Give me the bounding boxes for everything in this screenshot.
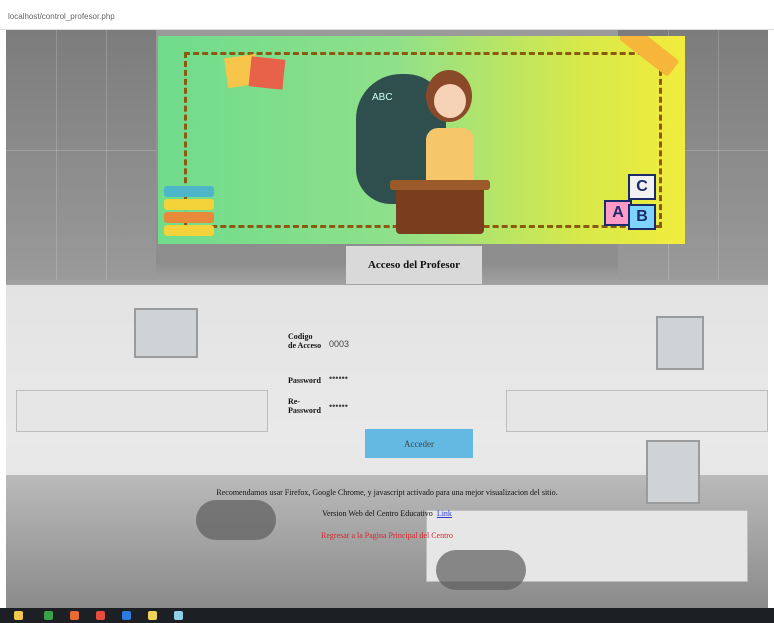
podium bbox=[396, 184, 484, 234]
app-icon[interactable] bbox=[174, 611, 183, 620]
book bbox=[164, 212, 214, 223]
block-b: B bbox=[628, 204, 656, 230]
address-text[interactable]: localhost/control_profesor.php bbox=[8, 12, 115, 21]
sticky-note-icon bbox=[248, 56, 286, 90]
desk bbox=[506, 390, 768, 432]
page-title: Acceso del Profesor bbox=[367, 259, 461, 271]
board-text: ABC bbox=[372, 92, 393, 103]
version-text: Version Web del Centro Educativo bbox=[322, 509, 433, 518]
browser-recommendation: Recomendamos usar Firefox, Google Chrome… bbox=[216, 488, 558, 497]
monitor bbox=[656, 316, 704, 370]
repassword-label: Re-Password bbox=[288, 397, 321, 415]
access-code-input[interactable] bbox=[327, 338, 391, 350]
repassword-input[interactable] bbox=[327, 400, 391, 412]
password-input[interactable] bbox=[327, 372, 391, 384]
version-link[interactable]: Link bbox=[437, 509, 452, 518]
files-icon[interactable] bbox=[148, 611, 157, 620]
teacher-face bbox=[434, 84, 466, 118]
abc-blocks-icon: C A B bbox=[594, 174, 664, 240]
version-line: Version Web del Centro Educativo Link bbox=[0, 509, 774, 518]
block-c: C bbox=[628, 174, 656, 200]
book bbox=[164, 186, 214, 197]
chrome-icon[interactable] bbox=[96, 611, 105, 620]
explorer-icon[interactable] bbox=[44, 611, 53, 620]
tile-line bbox=[6, 150, 156, 151]
submit-button[interactable]: Acceder bbox=[365, 429, 473, 458]
tile-line bbox=[718, 30, 719, 280]
back-to-home-link[interactable]: Regresar a la Pagina Principal del Centr… bbox=[0, 531, 774, 540]
password-label: Password bbox=[288, 376, 321, 385]
chair bbox=[436, 550, 526, 590]
tile-line bbox=[56, 30, 57, 280]
desk bbox=[16, 390, 268, 432]
code-label: Codigo de Acceso bbox=[288, 332, 322, 350]
taskbar bbox=[0, 608, 774, 623]
browser-address-bar[interactable]: localhost/control_profesor.php bbox=[0, 0, 774, 30]
books-icon bbox=[164, 186, 216, 236]
book bbox=[164, 225, 214, 236]
firefox-icon[interactable] bbox=[70, 611, 79, 620]
start-icon[interactable] bbox=[14, 611, 23, 620]
left-pillar bbox=[6, 30, 156, 280]
teacher-body bbox=[426, 128, 474, 184]
edge-icon[interactable] bbox=[122, 611, 131, 620]
monitor bbox=[134, 308, 198, 358]
podium-top bbox=[390, 180, 490, 190]
teacher-banner: ABC C A B bbox=[158, 36, 685, 244]
login-title-box: Acceso del Profesor bbox=[346, 246, 482, 284]
tile-line bbox=[106, 30, 107, 280]
book bbox=[164, 199, 214, 210]
